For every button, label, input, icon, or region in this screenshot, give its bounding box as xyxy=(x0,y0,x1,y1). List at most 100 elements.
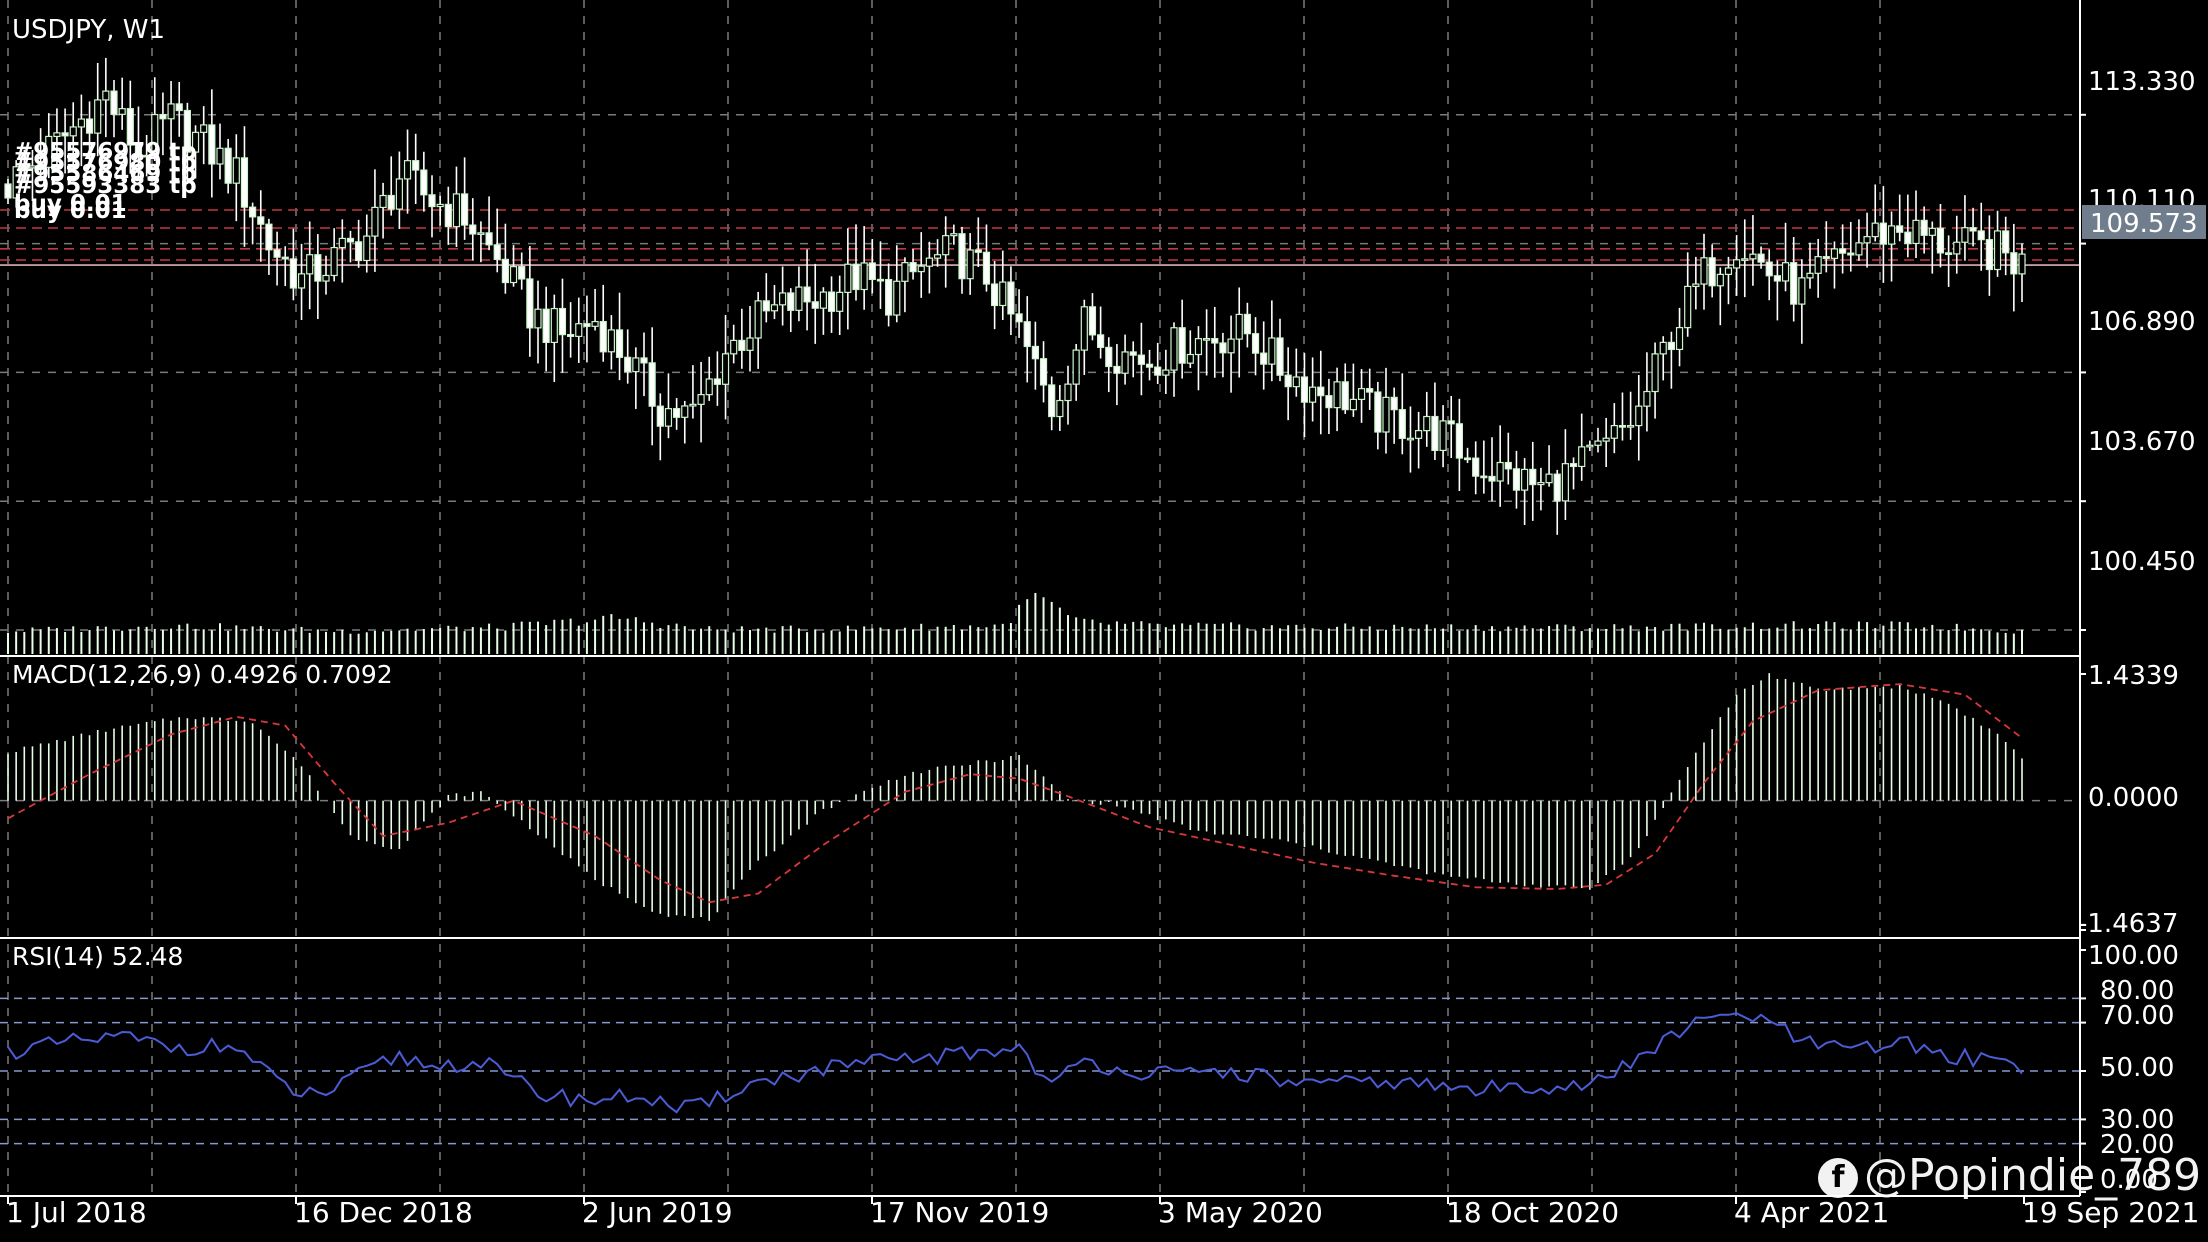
candle-body xyxy=(795,286,803,311)
candle-body xyxy=(762,300,770,312)
candle-body xyxy=(412,160,420,171)
rsi-pane xyxy=(0,949,2086,1193)
time-tick: 18 Oct 2020 xyxy=(1446,1196,1619,1229)
candle-body xyxy=(1627,424,1635,428)
candle-body xyxy=(1936,227,1945,254)
candle-body xyxy=(1341,381,1349,411)
candle-body xyxy=(1953,241,1961,255)
candle-body xyxy=(591,320,599,327)
candle-body xyxy=(224,147,232,184)
candle-body xyxy=(1855,242,1863,256)
candle-body xyxy=(1455,423,1463,459)
candle-body xyxy=(1488,475,1496,482)
candle-body xyxy=(1928,227,1936,236)
price-tick: 106.890 xyxy=(2088,307,2196,337)
candle-body xyxy=(314,254,322,282)
candle-body xyxy=(322,274,330,282)
candle-body xyxy=(1879,222,1887,245)
candle-body xyxy=(1251,333,1260,354)
candle-body xyxy=(827,291,836,312)
candle-body xyxy=(1839,248,1847,254)
candle-body xyxy=(1145,363,1154,368)
candle-body xyxy=(1349,398,1357,411)
candle-body xyxy=(77,118,85,128)
candle-body xyxy=(395,178,403,210)
time-tick: 17 Nov 2019 xyxy=(870,1196,1049,1229)
candle-body xyxy=(738,339,746,351)
candle-body xyxy=(1439,420,1447,452)
watermark: f @Popindie_789 xyxy=(1818,1150,2201,1201)
rsi-tick: 50.00 xyxy=(2100,1053,2174,1083)
candle-body xyxy=(1031,345,1039,360)
candle-body xyxy=(1097,334,1105,348)
candle-body xyxy=(999,281,1007,307)
candle-body xyxy=(1227,338,1235,354)
candle-body xyxy=(583,323,591,327)
candle-body xyxy=(436,203,444,208)
candle-body xyxy=(1651,353,1659,393)
chart-frame xyxy=(0,0,2081,1204)
candle-body xyxy=(656,405,664,427)
candle-body xyxy=(746,337,754,351)
candle-body xyxy=(1814,256,1822,274)
candle-body xyxy=(363,235,371,262)
candle-body xyxy=(1610,425,1618,439)
candle-body xyxy=(428,194,436,208)
candle-body xyxy=(1260,352,1268,365)
candle-body xyxy=(640,357,648,364)
candle-body xyxy=(526,278,534,329)
candle-body xyxy=(933,254,942,259)
volume-bars xyxy=(7,592,2023,654)
candle-body xyxy=(1920,219,1928,236)
rsi-line xyxy=(7,1012,2023,1114)
candle-body xyxy=(1064,383,1072,402)
macd-tick: -1.4637 xyxy=(2078,909,2178,939)
candle-body xyxy=(355,241,363,262)
order-label: buy 0.01 xyxy=(14,198,127,224)
candle-body xyxy=(624,356,632,373)
candle-body xyxy=(167,103,175,120)
candlesticks xyxy=(4,57,2026,535)
candle-body xyxy=(1512,468,1521,491)
candle-body xyxy=(648,362,656,407)
candle-body xyxy=(558,307,567,336)
candle-body xyxy=(1105,346,1113,368)
candle-body xyxy=(697,394,705,405)
watermark-text: @Popindie_789 xyxy=(1864,1150,2202,1201)
candle-body xyxy=(534,308,542,329)
candle-body xyxy=(216,147,224,165)
candle-body xyxy=(461,193,469,226)
candle-body xyxy=(1553,473,1561,502)
candle-body xyxy=(1635,405,1643,427)
candle-body xyxy=(1447,420,1455,425)
candle-body xyxy=(1578,446,1586,468)
candle-body xyxy=(1235,313,1243,340)
candle-body xyxy=(909,262,917,273)
candle-body xyxy=(1431,415,1439,452)
candle-body xyxy=(306,254,314,275)
candle-body xyxy=(1390,396,1398,411)
candle-body xyxy=(1798,277,1806,305)
candle-body xyxy=(1504,461,1512,470)
candle-body xyxy=(379,194,387,209)
candle-body xyxy=(1472,457,1480,477)
time-tick: 16 Dec 2018 xyxy=(294,1196,473,1229)
candle-body xyxy=(1985,239,1993,271)
trading-chart[interactable]: USDJPY, W1 MACD(12,26,9) 0.4926 0.7092 R… xyxy=(0,0,2208,1242)
candle-body xyxy=(1692,283,1700,288)
candle-body xyxy=(901,262,909,282)
candle-body xyxy=(567,334,575,338)
candle-body xyxy=(1243,313,1251,335)
candle-body xyxy=(1586,444,1594,448)
candle-body xyxy=(1659,341,1667,355)
candle-body xyxy=(371,206,379,237)
candle-body xyxy=(69,126,77,137)
candle-body xyxy=(819,291,827,309)
candle-body xyxy=(1708,257,1716,287)
candle-body xyxy=(860,262,868,291)
candle-body xyxy=(1521,468,1529,491)
candle-body xyxy=(1162,369,1170,376)
candle-body xyxy=(705,378,713,396)
candle-body xyxy=(1537,482,1545,486)
macd-label: MACD(12,26,9) 0.4926 0.7092 xyxy=(12,660,393,689)
